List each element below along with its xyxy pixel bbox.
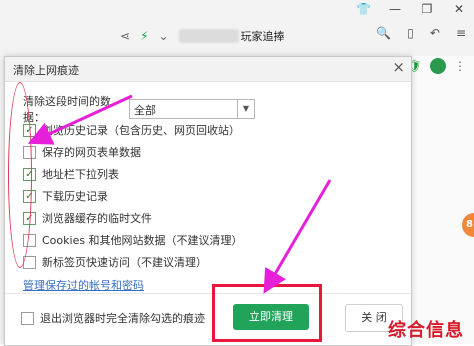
time-range-select[interactable]: 全部 ▼ bbox=[129, 99, 255, 119]
option-label: 下载历史记录 bbox=[42, 190, 108, 203]
dialog-title: 清除上网痕迹 bbox=[13, 64, 79, 77]
address-text: 玩家追捧 bbox=[240, 30, 285, 43]
option-address-dropdown[interactable]: ✓ 地址栏下拉列表 bbox=[23, 163, 243, 185]
option-label: 浏览历史记录（包含历史、网页回收站） bbox=[42, 124, 240, 137]
checkbox[interactable] bbox=[21, 311, 34, 325]
lightning-icon[interactable]: ⚡ bbox=[140, 29, 148, 43]
minimize-icon[interactable]: — bbox=[388, 2, 402, 16]
clear-options-list: ✓ 浏览历史记录（包含历史、网页回收站） 保存的网页表单数据 ✓ 地址栏下拉列表… bbox=[23, 119, 243, 273]
option-new-tab[interactable]: 新标签页快速访问（不建议清理） bbox=[23, 251, 243, 273]
shirt-icon[interactable]: 👕 bbox=[356, 2, 371, 16]
page-background-right bbox=[410, 56, 474, 344]
highlight-rectangle bbox=[212, 284, 322, 342]
watermark-logo: 综合信息 bbox=[388, 320, 464, 341]
highlight-ellipse bbox=[8, 82, 32, 268]
undo-icon[interactable]: ↶ bbox=[430, 26, 440, 40]
option-label: Cookies 和其他网站数据（不建议清理） bbox=[42, 234, 243, 247]
option-history[interactable]: ✓ 浏览历史记录（包含历史、网页回收站） bbox=[23, 119, 243, 141]
option-label: 保存的网页表单数据 bbox=[42, 146, 141, 159]
browser-toolbar: 👕 — ❐ ✕ ⋖ ⚡ ⌄ 玩家追捧 🔍 ▯ ↶ ≡ bbox=[0, 0, 474, 57]
more-icon[interactable]: ⋮ bbox=[454, 59, 466, 73]
dropdown-arrow-icon[interactable]: ▼ bbox=[237, 100, 254, 118]
clear-history-dialog: 清除上网痕迹 × 清除这段时间的数据： 全部 ▼ ✓ 浏览历史记录（包含历史、网… bbox=[4, 56, 412, 346]
option-cookies[interactable]: Cookies 和其他网站数据（不建议清理） bbox=[23, 229, 243, 251]
manage-passwords-link[interactable]: 管理保存过的帐号和密码 bbox=[23, 277, 144, 293]
option-label: 新标签页快速访问（不建议清理） bbox=[42, 256, 207, 269]
exit-clear-option[interactable]: 退出浏览器时完全清除勾选的痕迹 bbox=[21, 310, 205, 326]
option-form-data[interactable]: 保存的网页表单数据 bbox=[23, 141, 243, 163]
search-icon[interactable]: 🔍 bbox=[376, 26, 391, 40]
dialog-header: 清除上网痕迹 × bbox=[5, 57, 411, 82]
browser-right-icons: 🔍 ▯ ↶ ≡ bbox=[376, 26, 466, 40]
option-download-history[interactable]: ✓ 下载历史记录 bbox=[23, 185, 243, 207]
exit-clear-label: 退出浏览器时完全清除勾选的痕迹 bbox=[40, 312, 205, 325]
share-icon[interactable]: ⋖ bbox=[120, 29, 130, 43]
blurred-address bbox=[178, 29, 239, 43]
close-icon[interactable]: ✕ bbox=[452, 2, 466, 16]
extension-bar: 🛡 ⋮ bbox=[407, 58, 466, 74]
restore-icon[interactable]: ❐ bbox=[420, 2, 434, 16]
extension-icon[interactable] bbox=[430, 58, 446, 74]
time-range-value: 全部 bbox=[134, 104, 156, 117]
option-cache[interactable]: ✓ 浏览器缓存的临时文件 bbox=[23, 207, 243, 229]
window-controls: 👕 — ❐ ✕ bbox=[356, 2, 466, 16]
dialog-footer: 退出浏览器时完全清除勾选的痕迹 立即清理 关 闭 bbox=[5, 293, 411, 346]
dialog-close-icon[interactable]: × bbox=[392, 58, 405, 76]
phone-icon[interactable]: ▯ bbox=[407, 26, 414, 40]
option-label: 地址栏下拉列表 bbox=[42, 168, 119, 181]
menu-icon[interactable]: ≡ bbox=[456, 26, 466, 40]
option-label: 浏览器缓存的临时文件 bbox=[42, 212, 152, 225]
chevron-down-icon[interactable]: ⌄ bbox=[159, 29, 169, 43]
